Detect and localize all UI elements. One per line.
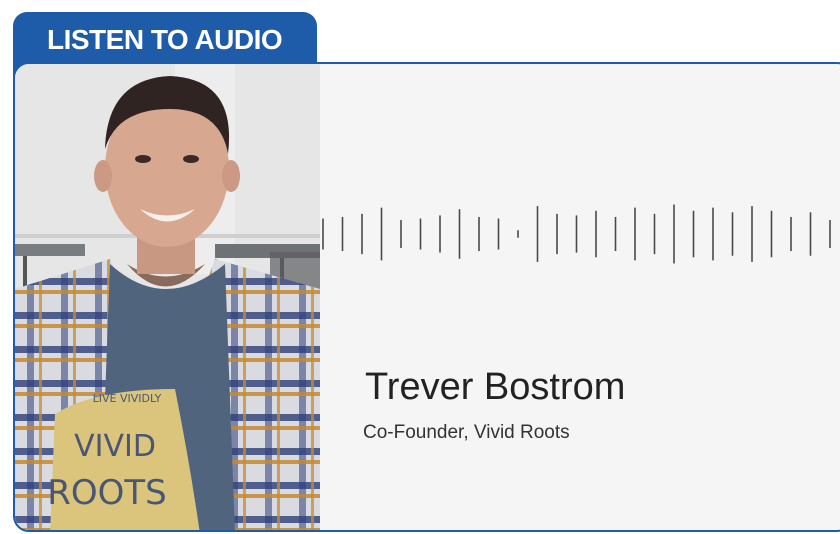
shirt-text-vivid: VIVID [74, 429, 156, 464]
speaker-photo: VIVID ROOTS LIVE VIVIDLY [15, 64, 320, 530]
shirt-text-roots: ROOTS [47, 473, 167, 513]
speaker-role: Co-Founder, Vivid Roots [363, 422, 570, 443]
speaker-name: Trever Bostrom [365, 366, 626, 408]
tab-label: LISTEN TO AUDIO [47, 24, 283, 55]
shirt-text-arc: LIVE VIVIDLY [93, 392, 162, 405]
audio-card: VIVID ROOTS LIVE VIVIDLY Trever Bostrom … [13, 62, 840, 532]
audio-waveform[interactable] [320, 199, 840, 269]
